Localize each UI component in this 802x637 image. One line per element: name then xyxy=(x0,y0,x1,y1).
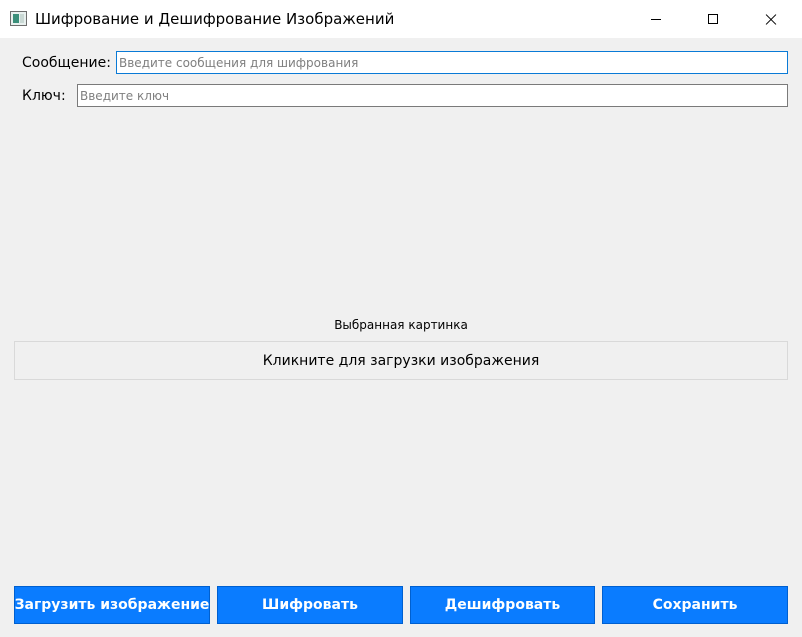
close-button[interactable] xyxy=(742,0,800,38)
maximize-button[interactable] xyxy=(684,0,742,38)
window-title: Шифрование и Дешифрование Изображений xyxy=(35,10,395,28)
minimize-button[interactable] xyxy=(627,0,685,38)
minimize-icon xyxy=(651,18,661,20)
title-bar: Шифрование и Дешифрование Изображений xyxy=(0,0,802,38)
decrypt-button[interactable]: Дешифровать xyxy=(410,586,595,624)
app-icon xyxy=(10,11,27,26)
image-caption: Выбранная картинка xyxy=(334,318,468,332)
app-window: Шифрование и Дешифрование Изображений Со… xyxy=(0,0,802,637)
key-input[interactable] xyxy=(77,84,788,107)
message-input[interactable] xyxy=(116,51,788,74)
message-label: Сообщение: xyxy=(22,55,111,71)
save-button[interactable]: Сохранить xyxy=(602,586,788,624)
encrypt-button[interactable]: Шифровать xyxy=(217,586,403,624)
maximize-icon xyxy=(708,14,718,24)
close-icon xyxy=(765,13,777,25)
image-upload-label: Кликните для загрузки изображения xyxy=(262,352,540,369)
load-image-button[interactable]: Загрузить изображение xyxy=(14,586,210,624)
image-upload-area[interactable]: Кликните для загрузки изображения xyxy=(14,341,788,380)
key-label: Ключ: xyxy=(22,88,66,104)
